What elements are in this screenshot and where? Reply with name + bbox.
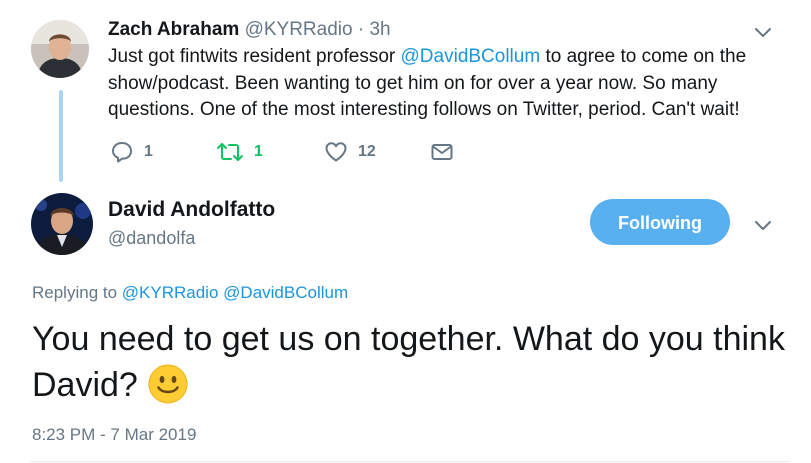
retweet-count: 1 — [254, 143, 263, 160]
reply-count: 1 — [144, 143, 153, 160]
parent-display-name[interactable]: Zach Abraham — [108, 19, 239, 40]
main-tweet-text: You need to get us on together. What do … — [32, 316, 792, 416]
reply-action[interactable]: 1 — [110, 140, 153, 164]
reply-icon — [112, 142, 132, 163]
parent-handle[interactable]: @KYRRadio — [245, 19, 353, 40]
replying-prefix: Replying to — [32, 283, 122, 302]
smile-icon — [148, 364, 188, 404]
retweet-icon — [217, 143, 243, 161]
main-tweet-menu-chevron[interactable] — [752, 214, 774, 241]
replying-to-line: Replying to @KYRRadio @DavidBCollum — [32, 281, 348, 305]
replying-mention-kyrradio[interactable]: @KYRRadio — [122, 283, 219, 302]
direct-message-icon — [431, 144, 453, 160]
retweet-action[interactable]: 1 — [216, 140, 263, 164]
like-count: 12 — [358, 143, 376, 160]
divider — [30, 461, 790, 462]
following-button[interactable]: Following — [590, 199, 730, 245]
main-display-name[interactable]: David Andolfatto — [108, 197, 275, 223]
chevron-down-icon — [755, 28, 771, 37]
main-tweet-body: You need to get us on together. What do … — [32, 320, 785, 404]
like-icon — [325, 142, 347, 162]
parent-time[interactable]: · 3h — [353, 19, 391, 40]
slightly-smiling-face-emoji — [148, 364, 188, 416]
parent-tweet-header: Zach Abraham @KYRRadio · 3h — [108, 18, 391, 42]
like-action[interactable]: 12 — [324, 140, 376, 164]
parent-text-mention[interactable]: @DavidBCollum — [401, 46, 541, 67]
direct-message-action[interactable] — [430, 140, 464, 164]
tweet-timestamp[interactable]: 8:23 PM - 7 Mar 2019 — [32, 424, 196, 446]
parent-avatar[interactable] — [31, 20, 89, 78]
main-handle[interactable]: @dandolfa — [108, 226, 195, 250]
parent-text-before: Just got fintwits resident professor — [108, 46, 401, 67]
chevron-down-icon — [755, 221, 771, 230]
thread-connector-line — [59, 90, 63, 182]
main-avatar[interactable] — [31, 193, 93, 255]
parent-tweet-text: Just got fintwits resident professor @Da… — [108, 44, 768, 124]
replying-mention-davidbcollum[interactable]: @DavidBCollum — [223, 283, 348, 302]
